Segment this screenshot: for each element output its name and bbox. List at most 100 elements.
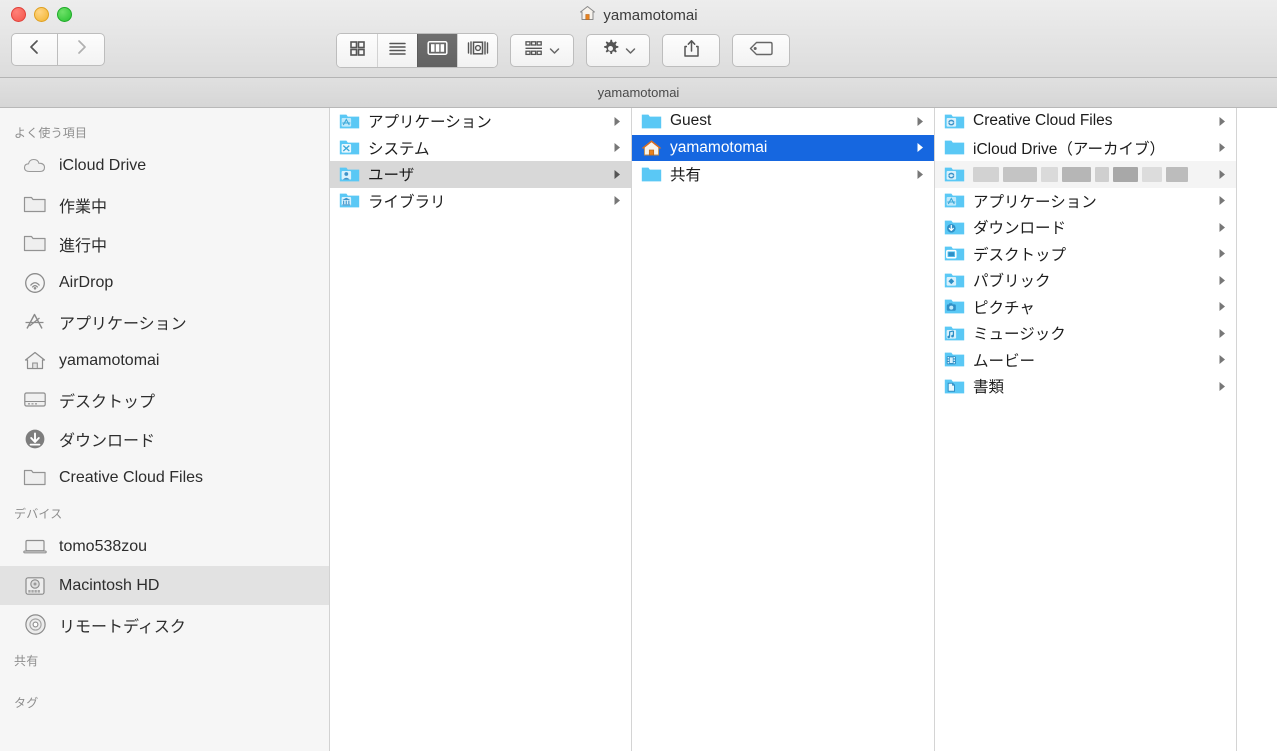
folder-icon	[22, 467, 48, 489]
chevron-right-icon	[1216, 195, 1228, 206]
list-item-label: 共有	[670, 167, 702, 185]
finder-window: yamamotomai yamamotomai よく使う項目 iCloud Dr…	[0, 0, 1277, 751]
list-item[interactable]: 共有	[632, 161, 934, 188]
sidebar-item-sagyouchuu[interactable]: 作業中	[0, 185, 329, 224]
airdrop-icon	[22, 272, 48, 294]
gear-icon	[601, 39, 620, 63]
sidebar-item-label: アプリケーション	[59, 315, 187, 333]
action-menu-button[interactable]	[586, 34, 650, 67]
sidebar-section-header-tags: タグ	[14, 696, 39, 710]
list-icon	[388, 41, 407, 61]
sidebar-section-header-favorites: よく使う項目	[14, 126, 88, 140]
back-button[interactable]	[11, 33, 58, 66]
list-view-button[interactable]	[377, 34, 417, 67]
sidebar-item-remote-disc[interactable]: リモートディスク	[0, 605, 329, 644]
list-item-label: 書類	[973, 379, 1005, 397]
icon-view-button[interactable]	[337, 34, 377, 67]
list-item-label: アプリケーション	[973, 193, 1097, 211]
list-item[interactable]: ダウンロード	[935, 214, 1236, 241]
forward-arrow-icon	[75, 39, 88, 60]
chevron-right-icon	[914, 116, 926, 127]
column-macintosh-hd: アプリケーション システム ユーザ ライブラリ	[330, 108, 632, 751]
sidebar-item-downloads[interactable]: ダウンロード	[0, 419, 329, 458]
list-item-redacted[interactable]	[935, 161, 1236, 188]
chevron-right-icon	[611, 195, 623, 206]
folder-documents-icon	[944, 377, 965, 395]
list-item[interactable]: ムービー	[935, 347, 1236, 374]
sidebar-item-airdrop[interactable]: AirDrop	[0, 263, 329, 302]
list-item-label: ムービー	[973, 352, 1036, 370]
list-item[interactable]: ピクチャ	[935, 294, 1236, 321]
sidebar-item-macintosh-hd[interactable]: Macintosh HD	[0, 566, 329, 605]
sidebar-section-header-shared: 共有	[14, 654, 39, 668]
folder-desktop-icon	[944, 245, 965, 263]
desktop-icon	[22, 389, 48, 411]
tag-icon	[749, 41, 773, 61]
list-item-label: ピクチャ	[973, 299, 1035, 317]
window-body: よく使う項目 iCloud Drive 作業中 進行中 AirDrop アプリケ…	[0, 108, 1277, 751]
downloads-icon	[22, 428, 48, 450]
list-item[interactable]: iCloud Drive（アーカイブ）	[935, 135, 1236, 162]
arrange-button[interactable]	[510, 34, 574, 67]
folder-icon	[944, 139, 965, 157]
column-users: Guest yamamotomai 共有	[632, 108, 935, 751]
sidebar-item-label: AirDrop	[59, 273, 114, 291]
sidebar-item-yamamotomai[interactable]: yamamotomai	[0, 341, 329, 380]
list-item[interactable]: パブリック	[935, 267, 1236, 294]
sidebar-item-tomo538zou[interactable]: tomo538zou	[0, 527, 329, 566]
column-empty[interactable]	[1237, 108, 1277, 751]
list-item[interactable]: デスクトップ	[935, 241, 1236, 268]
chevron-right-icon	[1216, 142, 1228, 153]
chevron-right-icon	[1216, 381, 1228, 392]
home-icon	[579, 5, 596, 25]
list-item-label: ミュージック	[973, 326, 1066, 344]
folder-icon	[641, 112, 662, 130]
list-item[interactable]: システム	[330, 135, 631, 162]
sidebar-item-label: 進行中	[59, 237, 108, 255]
list-item[interactable]: Creative Cloud Files	[935, 108, 1236, 135]
folder-public-icon	[944, 271, 965, 289]
list-item[interactable]: Guest	[632, 108, 934, 135]
redaction-blocks	[973, 166, 1208, 182]
coverflow-view-button[interactable]	[457, 34, 497, 67]
sidebar-item-icloud-drive[interactable]: iCloud Drive	[0, 146, 329, 185]
chevron-right-icon	[1216, 169, 1228, 180]
list-item[interactable]: アプリケーション	[330, 108, 631, 135]
folder-movies-icon	[944, 351, 965, 369]
home-icon	[22, 350, 48, 372]
back-arrow-icon	[28, 39, 41, 60]
forward-button[interactable]	[58, 33, 105, 66]
coverflow-icon	[467, 40, 489, 61]
sidebar-section-header-devices: デバイス	[14, 507, 63, 521]
column-view-button[interactable]	[417, 34, 457, 67]
column-browser: アプリケーション システム ユーザ ライブラリ Guest yamamotoma…	[330, 108, 1277, 751]
folder-pictures-icon	[944, 298, 965, 316]
list-item[interactable]: ライブラリ	[330, 188, 631, 215]
list-item[interactable]: アプリケーション	[935, 188, 1236, 215]
share-icon	[683, 39, 700, 63]
disc-icon	[22, 614, 48, 636]
column-yamamotomai: Creative Cloud Files iCloud Drive（アーカイブ）	[935, 108, 1237, 751]
sidebar-item-label: デスクトップ	[59, 393, 156, 411]
chevron-right-icon	[1216, 328, 1228, 339]
sidebar-item-creative-cloud-files[interactable]: Creative Cloud Files	[0, 458, 329, 497]
chevron-right-icon	[611, 169, 623, 180]
list-item[interactable]: ユーザ	[330, 161, 631, 188]
sidebar: よく使う項目 iCloud Drive 作業中 進行中 AirDrop アプリケ…	[0, 108, 330, 751]
list-item[interactable]: yamamotomai	[632, 134, 934, 161]
list-item[interactable]: 書類	[935, 373, 1236, 400]
sidebar-item-desktop[interactable]: デスクトップ	[0, 380, 329, 419]
share-button[interactable]	[662, 34, 720, 67]
window-title-text: yamamotomai	[603, 6, 698, 24]
list-item[interactable]: ミュージック	[935, 320, 1236, 347]
folder-downloads-icon	[944, 218, 965, 236]
tags-button[interactable]	[732, 34, 790, 67]
view-mode-segmented-control	[336, 33, 498, 68]
list-item-label: yamamotomai	[670, 138, 768, 156]
sidebar-item-shinkouchuu[interactable]: 進行中	[0, 224, 329, 263]
chevron-right-icon	[914, 142, 926, 153]
sidebar-item-applications[interactable]: アプリケーション	[0, 302, 329, 341]
grid-icon	[349, 40, 366, 62]
folder-icon	[22, 194, 48, 216]
folder-alias-icon	[944, 112, 965, 130]
